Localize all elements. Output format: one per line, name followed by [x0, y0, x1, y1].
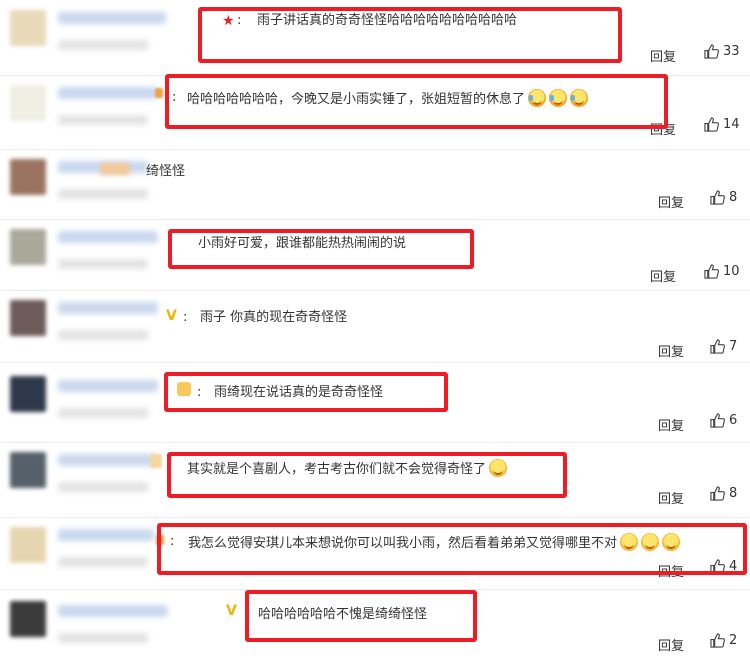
thumbs-up-icon: [704, 264, 719, 279]
like-count: 2: [729, 633, 738, 648]
like-count: 10: [723, 264, 740, 279]
avatar[interactable]: [10, 376, 46, 412]
username[interactable]: [58, 529, 154, 541]
timestamp: [58, 408, 148, 418]
like-button[interactable]: 14: [704, 117, 740, 132]
thumbs-up-icon: [710, 633, 725, 648]
timestamp: [58, 482, 148, 492]
avatar[interactable]: [10, 229, 46, 265]
username[interactable]: [58, 605, 168, 617]
like-count: 6: [729, 413, 738, 428]
like-button[interactable]: 2: [710, 633, 737, 648]
reply-button[interactable]: 回复: [658, 192, 684, 211]
like-count: 33: [723, 44, 740, 59]
highlight-box: [164, 372, 448, 412]
reply-button[interactable]: 回复: [658, 415, 684, 434]
highlight-box: [167, 452, 567, 498]
comment-text: 绮怪怪: [146, 164, 186, 179]
timestamp: [58, 633, 148, 643]
comment-text: 雨子 你真的现在奇奇怪怪: [200, 310, 348, 325]
highlight-box: [157, 523, 747, 575]
reply-button[interactable]: 回复: [658, 341, 684, 360]
like-button[interactable]: 8: [710, 486, 737, 501]
comment-row: 绮怪怪 回复 8: [0, 149, 750, 220]
highlight-box: [245, 590, 477, 642]
badge-icon: [100, 163, 130, 175]
avatar[interactable]: [10, 601, 46, 637]
username[interactable]: [58, 302, 158, 314]
highlight-box: [198, 7, 622, 63]
v-badge-icon: V: [166, 308, 177, 324]
username[interactable]: [58, 87, 158, 99]
highlight-box: [168, 229, 474, 269]
comment-row: V : 雨子 你真的现在奇奇怪怪 回复 7: [0, 290, 750, 363]
thumbs-up-icon: [704, 117, 719, 132]
like-count: 14: [723, 117, 740, 132]
thumbs-up-icon: [710, 413, 725, 428]
like-count: 7: [729, 339, 738, 354]
like-button[interactable]: 33: [704, 44, 740, 59]
like-button[interactable]: 8: [710, 190, 737, 205]
like-button[interactable]: 10: [704, 264, 740, 279]
reply-button[interactable]: 回复: [658, 635, 684, 654]
username[interactable]: [58, 454, 158, 466]
reply-button[interactable]: 回复: [650, 46, 676, 65]
badge-icon: [155, 88, 163, 98]
timestamp: [58, 259, 148, 269]
avatar[interactable]: [10, 159, 46, 195]
username[interactable]: [58, 231, 158, 243]
like-button[interactable]: 6: [710, 413, 737, 428]
reply-button[interactable]: 回复: [658, 488, 684, 507]
v-badge-icon: V: [226, 603, 237, 619]
thumbs-up-icon: [710, 339, 725, 354]
timestamp: [58, 40, 148, 50]
thumbs-up-icon: [704, 44, 719, 59]
avatar[interactable]: [10, 10, 46, 46]
reply-button[interactable]: 回复: [650, 266, 676, 285]
like-count: 8: [729, 190, 738, 205]
like-button[interactable]: 7: [710, 339, 737, 354]
avatar[interactable]: [10, 527, 46, 563]
username[interactable]: [58, 380, 158, 392]
avatar[interactable]: [10, 452, 46, 488]
timestamp: [58, 115, 148, 125]
avatar[interactable]: [10, 300, 46, 336]
highlight-box: [165, 74, 668, 129]
colon: :: [183, 310, 188, 325]
timestamp: [58, 330, 148, 340]
avatar[interactable]: [10, 85, 46, 121]
timestamp: [58, 557, 148, 567]
thumbs-up-icon: [710, 190, 725, 205]
username[interactable]: [58, 12, 166, 24]
like-count: 8: [729, 486, 738, 501]
thumbs-up-icon: [710, 486, 725, 501]
badge-icon: [150, 454, 162, 468]
timestamp: [58, 189, 148, 199]
